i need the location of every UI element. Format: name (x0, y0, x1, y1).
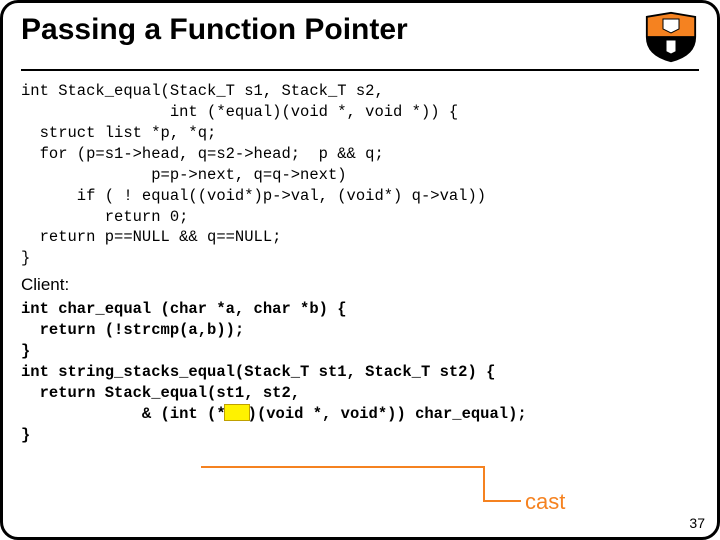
cast-line-b: )(void *, void*)) char_equal); (248, 405, 527, 423)
princeton-crest-icon (643, 11, 699, 63)
code-sse-l2: return Stack_equal(st1, st2, (21, 383, 699, 404)
code-char-equal-l1: int char_equal (char *a, char *b) { (21, 299, 699, 320)
callout-underline (201, 466, 483, 468)
code-char-equal-l2: return (!strcmp(a,b)); (21, 320, 699, 341)
code-sse-closebrace: } (21, 425, 699, 446)
title-row: Passing a Function Pointer (21, 11, 699, 71)
page-number: 37 (689, 515, 705, 531)
slide: Passing a Function Pointer int Stack_equ… (0, 0, 720, 540)
callout-to-label (483, 500, 521, 502)
cursor-highlight (224, 404, 250, 421)
cast-line-row: & (int (* )(void *, void*)) char_equal); (21, 404, 699, 425)
code-sse-l1: int string_stacks_equal(Stack_T st1, Sta… (21, 362, 699, 383)
slide-title: Passing a Function Pointer (21, 11, 631, 46)
cast-label: cast (525, 489, 565, 515)
callout-drop (483, 466, 485, 500)
code-char-equal-l3: } (21, 341, 699, 362)
client-label: Client: (21, 275, 699, 295)
cast-line-a: & (int (* (21, 405, 226, 423)
code-block-stack-equal: int Stack_equal(Stack_T s1, Stack_T s2, … (21, 81, 699, 269)
